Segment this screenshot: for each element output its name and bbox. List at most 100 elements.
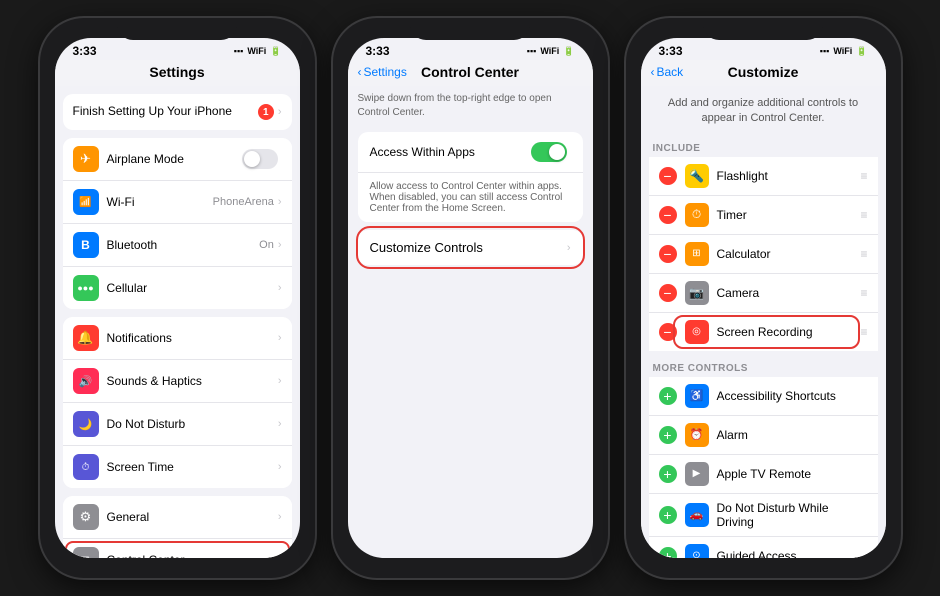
flashlight-remove[interactable]: − [659, 167, 677, 185]
screen-time-item[interactable]: ⏱ Screen Time › [63, 446, 292, 488]
guided-access-add[interactable]: + [659, 547, 677, 558]
accessibility-item[interactable]: + ♿ Accessibility Shortcuts [649, 377, 878, 416]
back-button-3[interactable]: ‹ Back [651, 65, 684, 79]
apple-tv-icon: ▶ [685, 462, 709, 486]
wifi-chevron: › [278, 196, 282, 208]
sounds-label: Sounds & Haptics [107, 374, 278, 388]
airplane-toggle[interactable] [242, 149, 278, 169]
wifi-icon: WiFi [247, 46, 266, 56]
accessibility-add[interactable]: + [659, 387, 677, 405]
guided-access-item[interactable]: + ⊙ Guided Access [649, 537, 878, 558]
screen-3: 3:33 ▪▪▪ WiFi 🔋 ‹ Back Customize Add and… [641, 38, 886, 558]
back-label-2: Settings [364, 65, 407, 79]
calculator-item[interactable]: − ⊞ Calculator ≡ [649, 235, 878, 274]
iphone-1: 3:33 ▪▪▪ WiFi 🔋 Settings Finish Setting … [40, 18, 315, 578]
control-center-item[interactable]: ⊞ Control Center › [63, 539, 292, 558]
alarm-add[interactable]: + [659, 426, 677, 444]
more-controls-header: MORE CONTROLS [641, 357, 886, 377]
nav-bar-1: Settings [55, 60, 300, 86]
include-group: − 🔦 Flashlight ≡ − ⏱ Timer ≡ − ⊞ Calcula… [649, 157, 878, 351]
include-header: INCLUDE [641, 137, 886, 157]
bluetooth-item[interactable]: B Bluetooth On › [63, 224, 292, 267]
customize-chevron: › [567, 242, 571, 254]
bluetooth-icon: B [73, 232, 99, 258]
status-icons-3: ▪▪▪ WiFi 🔋 [820, 46, 868, 57]
alarm-item[interactable]: + ⏰ Alarm [649, 416, 878, 455]
back-button-2[interactable]: ‹ Settings [358, 65, 407, 79]
wifi-item[interactable]: 📶 Wi-Fi PhoneArena › [63, 181, 292, 224]
page-title-1: Settings [149, 64, 204, 80]
time-2: 3:33 [366, 44, 390, 58]
dnd-driving-item[interactable]: + 🚗 Do Not Disturb While Driving [649, 494, 878, 537]
sounds-item[interactable]: 🔊 Sounds & Haptics › [63, 360, 292, 403]
finish-text: Finish Setting Up Your iPhone [73, 104, 258, 120]
timer-remove[interactable]: − [659, 206, 677, 224]
cellular-item[interactable]: ●●● Cellular › [63, 267, 292, 309]
customize-desc: Add and organize additional controls to … [641, 86, 886, 137]
cellular-label: Cellular [107, 281, 278, 295]
guided-access-icon: ⊙ [685, 544, 709, 558]
access-desc: Allow access to Control Center within ap… [370, 181, 571, 214]
flashlight-drag[interactable]: ≡ [860, 169, 867, 183]
notifications-icon: 🔔 [73, 325, 99, 351]
camera-item[interactable]: − 📷 Camera ≡ [649, 274, 878, 313]
access-toggle[interactable] [531, 142, 567, 162]
battery-icon: 🔋 [270, 46, 281, 57]
finish-banner[interactable]: Finish Setting Up Your iPhone 1 › [63, 94, 292, 130]
timer-drag[interactable]: ≡ [860, 208, 867, 222]
dnd-driving-add[interactable]: + [659, 506, 677, 524]
wifi-label: Wi-Fi [107, 195, 213, 209]
sounds-icon: 🔊 [73, 368, 99, 394]
notifications-group: 🔔 Notifications › 🔊 Sounds & Haptics › 🌙… [63, 317, 292, 488]
iphone-2: 3:33 ▪▪▪ WiFi 🔋 ‹ Settings Control Cente… [333, 18, 608, 578]
screen-recording-label: Screen Recording [717, 325, 861, 339]
access-within-apps-section: Access Within Apps Allow access to Contr… [358, 132, 583, 222]
apple-tv-add[interactable]: + [659, 465, 677, 483]
general-label: General [107, 510, 278, 524]
more-group: + ♿ Accessibility Shortcuts + ⏰ Alarm + … [649, 377, 878, 558]
cc-description: Swipe down from the top-right edge to op… [358, 92, 583, 120]
finish-badge: 1 [258, 104, 274, 120]
calculator-icon: ⊞ [685, 242, 709, 266]
general-item[interactable]: ⚙ General › [63, 496, 292, 539]
access-label: Access Within Apps [370, 145, 475, 159]
calculator-remove[interactable]: − [659, 245, 677, 263]
screen-recording-remove[interactable]: − [659, 323, 677, 341]
accessibility-icon: ♿ [685, 384, 709, 408]
flashlight-label: Flashlight [717, 169, 861, 183]
wifi-icon-3: WiFi [833, 46, 852, 56]
camera-label: Camera [717, 286, 861, 300]
apple-tv-item[interactable]: + ▶ Apple TV Remote [649, 455, 878, 494]
time-1: 3:33 [73, 44, 97, 58]
dnd-icon: 🌙 [73, 411, 99, 437]
customize-controls-btn[interactable]: Customize Controls › [358, 230, 583, 265]
network-group: ✈ Airplane Mode 📶 Wi-Fi PhoneArena › B B… [63, 138, 292, 309]
screen-recording-item[interactable]: − ◎ Screen Recording ≡ [649, 313, 878, 351]
calculator-drag[interactable]: ≡ [860, 247, 867, 261]
camera-remove[interactable]: − [659, 284, 677, 302]
access-within-apps-row[interactable]: Access Within Apps [358, 132, 583, 173]
dnd-item[interactable]: 🌙 Do Not Disturb › [63, 403, 292, 446]
status-icons-2: ▪▪▪ WiFi 🔋 [527, 46, 575, 57]
notifications-label: Notifications [107, 331, 278, 345]
screen-time-chevron: › [278, 461, 282, 473]
notifications-item[interactable]: 🔔 Notifications › [63, 317, 292, 360]
screen-2: 3:33 ▪▪▪ WiFi 🔋 ‹ Settings Control Cente… [348, 38, 593, 558]
bluetooth-chevron: › [278, 239, 282, 251]
control-center-label: Control Center [107, 553, 278, 558]
guided-access-label: Guided Access [717, 549, 868, 558]
timer-item[interactable]: − ⏱ Timer ≡ [649, 196, 878, 235]
alarm-icon: ⏰ [685, 423, 709, 447]
page-title-3: Customize [728, 64, 799, 80]
flashlight-item[interactable]: − 🔦 Flashlight ≡ [649, 157, 878, 196]
airplane-icon: ✈ [73, 146, 99, 172]
airplane-mode-item[interactable]: ✈ Airplane Mode [63, 138, 292, 181]
screen-recording-drag[interactable]: ≡ [860, 325, 867, 339]
status-bar-3: 3:33 ▪▪▪ WiFi 🔋 [641, 38, 886, 60]
battery-icon-3: 🔋 [856, 46, 867, 57]
general-chevron: › [278, 511, 282, 523]
page-title-2: Control Center [421, 64, 519, 80]
camera-drag[interactable]: ≡ [860, 286, 867, 300]
notch-2 [410, 18, 530, 40]
screen-time-icon: ⏱ [73, 454, 99, 480]
